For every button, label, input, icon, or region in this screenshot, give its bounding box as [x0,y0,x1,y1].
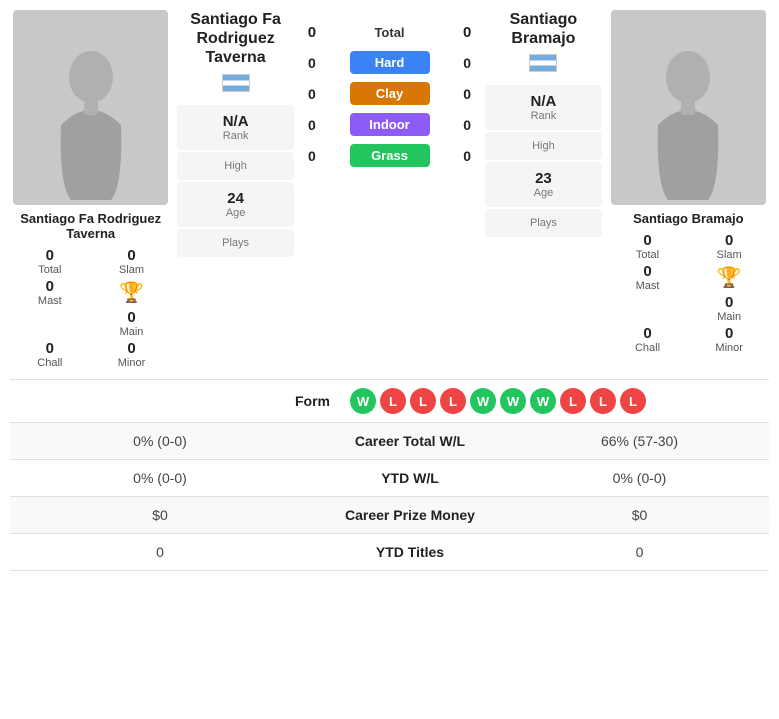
player2-info-card: Santiago Bramajo N/A Rank High 23 Age Pl… [485,10,602,237]
player1-mast: 0 Mast [10,278,90,307]
form-badge-w: W [530,388,556,414]
player2-mast: 0 Mast [608,263,688,292]
player1-flag [222,74,250,92]
player1-total: 0 Total [10,247,90,276]
player2-chall: 0 Chall [608,325,688,354]
stats-left-1: 0% (0-0) [20,470,300,486]
player1-main: 0 Main [92,309,172,338]
total-row: 0 Total 0 [300,20,479,45]
trophy-icon: 🏆 [119,280,144,305]
form-row: Form WLLLWWWLLL [10,380,769,423]
stats-rows: 0% (0-0) Career Total W/L 66% (57-30) 0%… [10,423,769,571]
form-badge-l: L [620,388,646,414]
player1-header-name: Santiago Fa Rodriguez Taverna [177,10,294,68]
player2-slam: 0 Slam [689,232,769,261]
stats-left-0: 0% (0-0) [20,433,300,449]
stats-center-0: Career Total W/L [300,433,520,449]
stats-left-3: 0 [20,544,300,560]
player2-minor: 0 Minor [689,325,769,354]
stats-row-1: 0% (0-0) YTD W/L 0% (0-0) [10,460,769,497]
player1-name: Santiago Fa Rodriguez Taverna [10,211,171,241]
clay-row: 0 Clay 0 [300,80,479,107]
stats-row-0: 0% (0-0) Career Total W/L 66% (57-30) [10,423,769,460]
player1-trophy: 🏆 [92,278,172,307]
stats-left-2: $0 [20,507,300,523]
player2-stats: 0 Total 0 Slam 0 Mast 🏆 0 Main [608,232,769,354]
stats-row-3: 0 YTD Titles 0 [10,534,769,571]
player1-plays-row: Plays [177,229,294,257]
form-badge-w: W [470,388,496,414]
player1-slam: 0 Slam [92,247,172,276]
indoor-row: 0 Indoor 0 [300,111,479,138]
player2-card: Santiago Bramajo 0 Total 0 Slam 0 Mast 🏆 [608,10,769,354]
hard-badge: Hard [350,51,430,74]
stats-row-2: $0 Career Prize Money $0 [10,497,769,534]
hard-row: 0 Hard 0 [300,49,479,76]
player1-age-row: 24 Age [177,182,294,227]
form-badge-l: L [380,388,406,414]
player2-name: Santiago Bramajo [633,211,744,226]
indoor-badge: Indoor [350,113,430,136]
player2-main: 0 Main [689,294,769,323]
player1-high-row: High [177,152,294,180]
top-section: Santiago Fa Rodriguez Taverna 0 Total 0 … [10,10,769,369]
player1-info-card: Santiago Fa Rodriguez Taverna N/A Rank H… [177,10,294,257]
player2-age-row: 23 Age [485,162,602,207]
grass-row: 0 Grass 0 [300,142,479,169]
stats-center-2: Career Prize Money [300,507,520,523]
center-column: 0 Total 0 0 Hard 0 0 Clay 0 0 Indoor 0 0 [300,10,479,169]
stats-right-2: $0 [520,507,759,523]
form-badge-w: W [500,388,526,414]
form-badge-l: L [410,388,436,414]
trophy-icon-2: 🏆 [717,265,742,290]
stats-center-3: YTD Titles [300,544,520,560]
player1-card: Santiago Fa Rodriguez Taverna 0 Total 0 … [10,10,171,369]
form-badge-l: L [440,388,466,414]
form-badge-l: L [560,388,586,414]
clay-badge: Clay [350,82,430,105]
player2-trophy: 🏆 [689,263,769,292]
player2-high-row: High [485,132,602,160]
grass-badge: Grass [350,144,430,167]
player2-rank-row: N/A Rank [485,85,602,130]
player1-avatar [13,10,168,205]
player2-flag [529,54,557,72]
stats-right-0: 66% (57-30) [520,433,759,449]
player1-stats: 0 Total 0 Slam 0 Mast 🏆 0 Main [10,247,171,369]
form-badge-l: L [590,388,616,414]
form-label: Form [20,393,350,409]
player2-avatar [611,10,766,205]
stats-center-1: YTD W/L [300,470,520,486]
player2-header-name: Santiago Bramajo [485,10,602,48]
player2-flag-container [485,54,602,77]
player1-chall: 0 Chall [10,340,90,369]
player2-plays-row: Plays [485,209,602,237]
form-badges: WLLLWWWLLL [350,388,646,414]
player1-rank-row: N/A Rank [177,105,294,150]
page-container: Santiago Fa Rodriguez Taverna 0 Total 0 … [0,0,779,581]
stats-right-1: 0% (0-0) [520,470,759,486]
player2-total: 0 Total [608,232,688,261]
player1-flag-container [177,74,294,97]
bottom-section: Form WLLLWWWLLL 0% (0-0) Career Total W/… [10,379,769,571]
stats-right-3: 0 [520,544,759,560]
player1-minor: 0 Minor [92,340,172,369]
form-badge-w: W [350,388,376,414]
